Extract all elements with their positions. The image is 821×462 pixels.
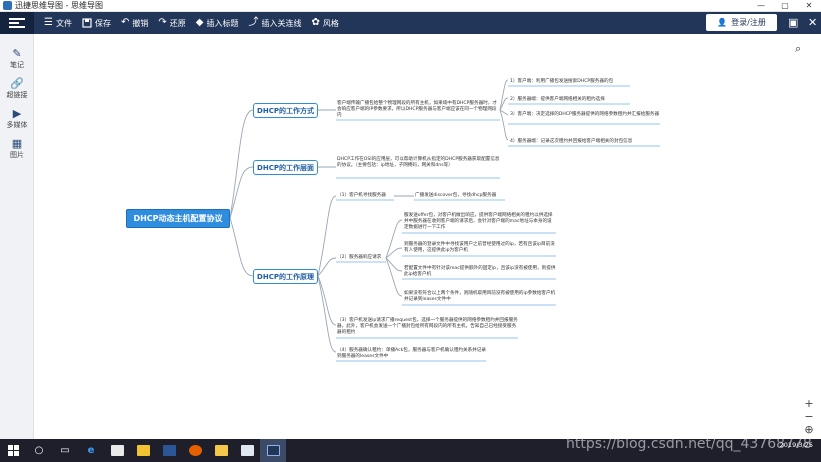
branch-node-work-mode[interactable]: DHCP的工作方式 [253,103,318,118]
edge-browser-icon[interactable]: e [78,439,104,462]
store-icon[interactable] [104,439,130,462]
principle-step-2-detail-2[interactable]: 到服务器的登录文件中寻找该用户之前曾经使用过的ip，若有且该ip目前没有人使用，… [404,242,556,254]
start-menu-icon[interactable] [0,439,26,462]
app-window: 迅捷思维导图 - 思维导图 — ▢ ✕ ☰ 文件 保存 ↶ 撤销 ↷ 还原 ◆ [0,0,821,462]
search-icon[interactable]: ⌕ [795,42,801,56]
zoom-in-button[interactable]: + [802,398,816,410]
fit-view-button[interactable]: ⊕ [802,424,816,436]
watermark-text: https://blog.csdn.net/qq_43768778 [566,436,812,452]
work-mode-item-2[interactable]: 2）服务器端：提供客户端网络相关的租约选择 [510,97,660,103]
file-explorer-icon[interactable] [208,439,234,462]
task-view-icon[interactable]: ▭ [52,439,78,462]
taskbar-clock: 2019/3/25 [780,441,813,449]
zoom-out-button[interactable]: − [802,411,816,423]
photos-icon[interactable] [234,439,260,462]
principle-step-4[interactable]: （4）服务器确认租约：单播Ack包，服务器与客户机确认租约关系并记录到服务器的l… [337,348,487,360]
mindmap-connectors [229,79,660,362]
work-mode-item-1[interactable]: 1）客户端：利用广播包发送搜索DHCP服务器的包 [510,79,660,85]
firefox-icon[interactable] [182,439,208,462]
principle-step-2[interactable]: （2）服务器响应请求 [337,255,387,261]
principle-step-3[interactable]: （3）客户机发送ip请求广播request包，选择一个服务器提供的网络参数租约并… [337,318,519,336]
work-layer-description[interactable]: DHCP工作在OSI的应用层，可以帮助计算机从指定的DHCP服务器获取配置信息的… [337,157,501,169]
mindmap-root-node[interactable]: DHCP动态主机配置协议 [126,209,230,228]
principle-step-1[interactable]: （1）客户机寻找服务器 [337,193,397,199]
word-icon[interactable] [156,439,182,462]
principle-step-2-detail-4[interactable]: 如果没有符合以上两个条件，则随机取用目前没有被使用的ip参数给客户机并记录到le… [404,291,556,303]
principle-step-2-detail-1[interactable]: 服发送offer包，对客户机做出响应，提供客户端网络相关的租约以供选择并中服务器… [404,213,556,231]
work-mode-item-3[interactable]: 3）客户端：决定选择的DHCP服务器提供的网络参数租约并汇报给服务器 [510,112,662,118]
work-mode-description[interactable]: 客户端传输广播包给整个物理网段的所有主机，如果域中有DHCP服务器时，才会响应客… [337,101,501,119]
branch-node-work-principle[interactable]: DHCP的工作原理 [253,269,318,284]
work-mode-item-4[interactable]: 4）服务器端：记录这次租约并回报给客户端相关的封包信息 [510,139,662,145]
search-taskbar-icon[interactable]: ○ [26,439,52,462]
branch-node-work-layer[interactable]: DHCP的工作层面 [253,160,318,175]
principle-step-2-detail-3[interactable]: 若配置文件中有针对该mac提供额外的固定ip，且该ip没有被使用，则提供此ip给… [404,266,556,278]
mindmap-taskbar-icon[interactable] [260,439,286,462]
app-taskbar-icon[interactable] [130,439,156,462]
principle-step-1-detail[interactable]: 广播发送discover包，寻找dhcp服务器 [415,193,507,199]
date-label: 2019/3/25 [779,441,813,449]
